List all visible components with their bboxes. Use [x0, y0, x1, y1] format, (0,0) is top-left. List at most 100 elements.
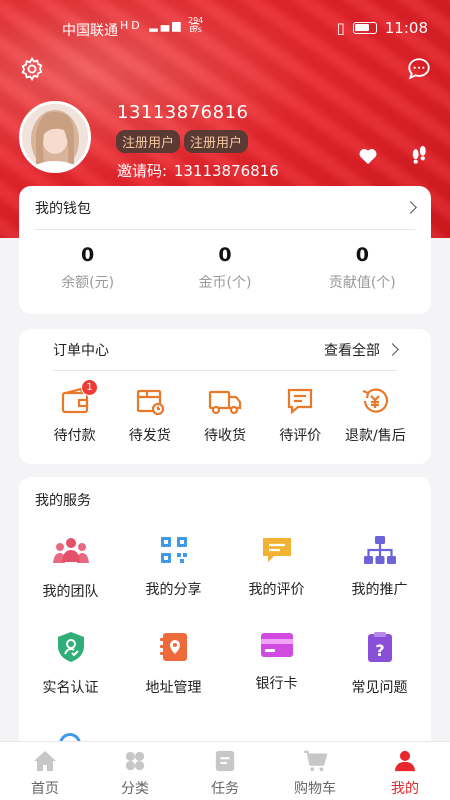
service-bank-card[interactable]: 银行卡 [225, 631, 328, 697]
wallet-stats: 0 余额(元) 0 金币(个) 0 贡献值(个) [19, 244, 431, 292]
message-button[interactable] [404, 54, 434, 84]
service-share[interactable]: 我的分享 [122, 535, 225, 601]
comment-icon [288, 388, 313, 415]
wallet-stat-coins[interactable]: 0 金币(个) [156, 244, 293, 292]
tab-cart[interactable]: 购物车 [270, 742, 360, 800]
services-title: 我的服务 [35, 493, 91, 509]
service-verification[interactable]: 实名认证 [19, 631, 122, 697]
see-all-label: 查看全部 [324, 342, 380, 359]
order-status-row: 1 待付款 待发货 待收货 待评价 退款/售后 [37, 379, 413, 445]
order-pending-receipt[interactable]: 待收货 [187, 385, 262, 445]
avatar[interactable] [19, 101, 91, 173]
qrcode-icon [160, 537, 187, 563]
stat-label: 余额(元) [61, 275, 115, 291]
invite-code-row[interactable]: 邀请码: 13113876816 [117, 160, 279, 181]
wallet-card: 我的钱包 0 余额(元) 0 金币(个) 0 贡献值(个) [19, 186, 431, 314]
footprint-button[interactable] [404, 140, 434, 170]
favorites-button[interactable] [353, 141, 383, 171]
order-status-label: 退款/售后 [345, 428, 406, 444]
see-all-orders-link[interactable]: 查看全部 [324, 340, 399, 360]
service-promotion[interactable]: 我的推广 [328, 535, 431, 601]
battery-icon [352, 22, 377, 34]
carrier-label: 中国联通 [62, 23, 118, 39]
refund-icon [362, 388, 389, 413]
stat-value: 0 [81, 244, 95, 266]
user-phone: 13113876816 [117, 102, 249, 123]
order-refund-aftersale[interactable]: 退款/售后 [338, 385, 413, 445]
user-icon [394, 750, 416, 772]
category-icon [125, 751, 145, 771]
user-badges: 注册用户 注册用户 [116, 130, 249, 153]
service-label: 常见问题 [351, 680, 408, 696]
service-team[interactable]: 我的团队 [19, 535, 122, 601]
tab-label: 分类 [121, 781, 149, 797]
package-icon [136, 389, 164, 416]
status-bar: 中国联通 HD ▂▄▆ ᯤ 294 B/s ▯ 11:08 [0, 0, 450, 56]
service-label: 我的分享 [145, 582, 202, 598]
order-pending-review[interactable]: 待评价 [263, 385, 338, 445]
avatar-image [22, 104, 88, 170]
chat-bubble-icon [408, 58, 430, 80]
footprint-icon [412, 145, 426, 164]
service-label: 地址管理 [145, 680, 202, 696]
stat-value: 0 [355, 244, 369, 266]
network-speed: 294 B/s [188, 16, 204, 34]
tab-profile[interactable]: 我的 [360, 742, 450, 800]
svg-text:?: ? [375, 641, 384, 660]
wallet-title: 我的钱包 [35, 200, 91, 217]
service-faq[interactable]: ? 常见问题 [328, 631, 431, 697]
services-grid: 我的团队 我的分享 我的评价 我的推广 实名认证 地址管理 银行卡 ? 常见问题 [19, 535, 431, 697]
stat-label: 贡献值(个) [328, 275, 396, 291]
status-right: ▯ 11:08 [337, 19, 429, 37]
wallet-stat-contribution[interactable]: 0 贡献值(个) [294, 244, 431, 292]
service-label: 银行卡 [255, 676, 298, 692]
service-label: 我的评价 [248, 582, 305, 598]
user-role-badge: 注册用户 [184, 130, 249, 153]
service-address[interactable]: 地址管理 [122, 631, 225, 697]
gear-icon [21, 56, 43, 82]
order-center-title: 订单中心 [53, 342, 109, 359]
verified-shield-icon [57, 632, 84, 662]
order-pending-payment[interactable]: 1 待付款 [37, 379, 112, 445]
services-card: 我的服务 我的团队 我的分享 我的评价 我的推广 实名认证 地址管理 银行卡 ?… [19, 477, 431, 757]
tab-task[interactable]: 任务 [180, 742, 270, 800]
order-center-card: 订单中心 查看全部 1 待付款 待发货 待收货 待评价 退款/售后 [19, 329, 431, 464]
service-reviews[interactable]: 我的评价 [225, 535, 328, 601]
cart-icon [304, 750, 328, 772]
tab-home[interactable]: 首页 [0, 742, 90, 800]
settings-button[interactable] [17, 54, 47, 84]
task-icon [215, 750, 235, 772]
order-status-label: 待付款 [53, 428, 96, 444]
heart-icon [359, 149, 377, 165]
order-pending-shipment[interactable]: 待发货 [112, 385, 187, 445]
order-status-label: 待评价 [279, 428, 322, 444]
stat-label: 金币(个) [198, 275, 252, 291]
order-status-label: 待收货 [204, 428, 246, 444]
home-icon [34, 751, 56, 771]
order-status-label: 待发货 [128, 428, 171, 444]
review-icon [262, 538, 291, 562]
tab-label: 任务 [211, 781, 239, 797]
hierarchy-icon [363, 536, 396, 564]
wallet-header[interactable]: 我的钱包 [35, 186, 417, 230]
question-icon: ? [367, 632, 392, 662]
stat-value: 0 [218, 244, 232, 266]
tab-label: 购物车 [294, 781, 336, 797]
clock: 11:08 [384, 19, 428, 37]
invite-label: 邀请码: [117, 162, 168, 180]
pending-payment-count: 1 [81, 379, 98, 396]
chevron-right-icon [404, 201, 417, 214]
service-label: 我的推广 [351, 582, 408, 598]
tab-category[interactable]: 分类 [90, 742, 180, 800]
order-center-header: 订单中心 查看全部 [53, 329, 399, 371]
bottom-tab-bar: 首页 分类 任务 购物车 我的 [0, 741, 450, 800]
vibrate-icon: ▯ [336, 19, 345, 37]
team-icon [52, 538, 89, 563]
chevron-right-icon [386, 343, 399, 356]
user-role-badge: 注册用户 [116, 130, 181, 153]
bank-card-icon [260, 633, 293, 657]
wallet-stat-balance[interactable]: 0 余额(元) [19, 244, 156, 292]
service-label: 我的团队 [42, 584, 99, 600]
tab-label: 我的 [391, 781, 419, 797]
tab-label: 首页 [31, 781, 59, 797]
